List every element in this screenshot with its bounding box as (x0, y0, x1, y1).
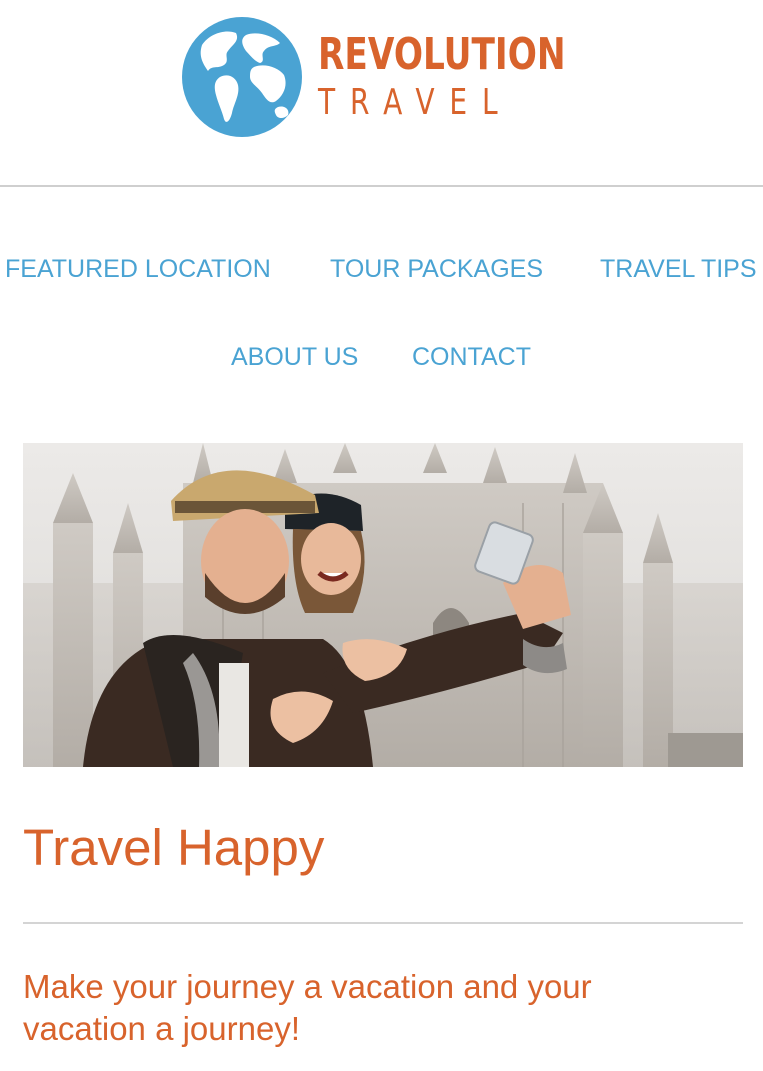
nav-link-about-us[interactable]: ABOUT US (231, 342, 358, 372)
page-title: Travel Happy (23, 819, 325, 876)
header-divider (0, 185, 763, 187)
nav-link-featured-location[interactable]: FEATURED LOCATION (5, 254, 271, 284)
brand-name-line2: TRAVEL (318, 81, 513, 123)
brand-logo[interactable]: REVOLUTION TRAVEL (180, 14, 580, 139)
nav-link-tour-packages[interactable]: TOUR PACKAGES (330, 254, 543, 284)
hero-illustration (23, 443, 743, 767)
brand-name-line1: REVOLUTION (318, 28, 566, 80)
tagline: Make your journey a vacation and your va… (23, 968, 592, 1047)
nav-link-travel-tips[interactable]: TRAVEL TIPS (600, 254, 757, 284)
nav-link-contact[interactable]: CONTACT (412, 342, 531, 372)
globe-icon (182, 16, 302, 137)
page: REVOLUTION TRAVEL FEATURED LOCATION TOUR… (0, 0, 763, 1071)
hero-image (23, 443, 743, 767)
content-divider (23, 922, 743, 924)
